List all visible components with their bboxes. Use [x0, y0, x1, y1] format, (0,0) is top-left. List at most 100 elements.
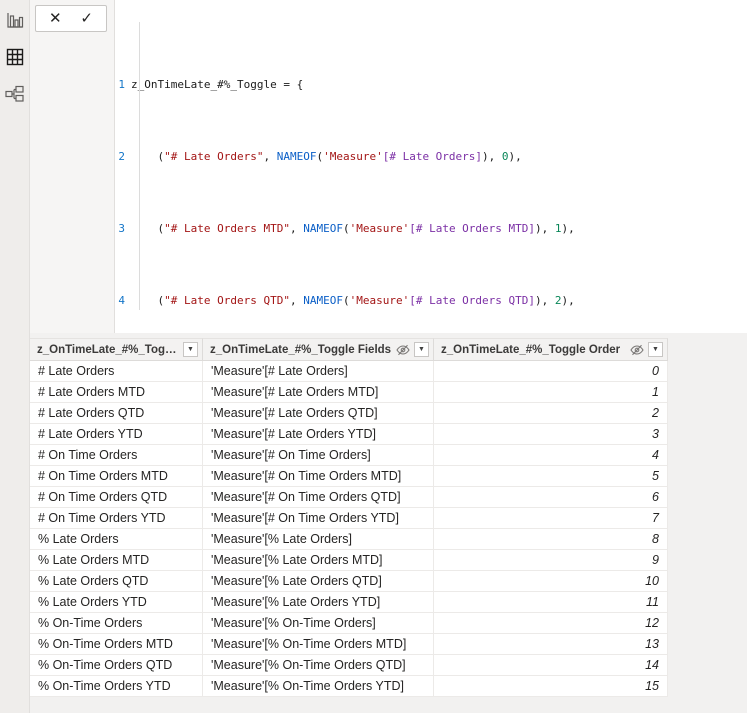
- cell-toggle-name[interactable]: % Late Orders MTD: [30, 550, 203, 570]
- grid-header-row: z_OnTimeLate_#%_Toggle ▼ z_OnTimeLate_#%…: [30, 338, 668, 361]
- cell-toggle-name[interactable]: % Late Orders: [30, 529, 203, 549]
- table-row[interactable]: % On-Time Orders 'Measure'[% On-Time Ord…: [30, 613, 668, 634]
- cell-toggle-order[interactable]: 9: [434, 550, 668, 570]
- cell-toggle-name[interactable]: % Late Orders YTD: [30, 592, 203, 612]
- cell-toggle-field[interactable]: 'Measure'[# On Time Orders QTD]: [203, 487, 434, 507]
- cell-toggle-field[interactable]: 'Measure'[# Late Orders QTD]: [203, 403, 434, 423]
- cell-toggle-name[interactable]: # Late Orders MTD: [30, 382, 203, 402]
- code-lines: 1 z_OnTimeLate_#%_Toggle = { 2 ("# Late …: [115, 40, 747, 333]
- cell-toggle-order[interactable]: 7: [434, 508, 668, 528]
- cell-toggle-order[interactable]: 8: [434, 529, 668, 549]
- grid-body: # Late Orders 'Measure'[# Late Orders] 0…: [30, 361, 668, 697]
- cell-toggle-field[interactable]: 'Measure'[# Late Orders MTD]: [203, 382, 434, 402]
- cell-toggle-field[interactable]: 'Measure'[% On-Time Orders]: [203, 613, 434, 633]
- table-row[interactable]: # On Time Orders 'Measure'[# On Time Ord…: [30, 445, 668, 466]
- cell-toggle-order[interactable]: 3: [434, 424, 668, 444]
- table-row[interactable]: # On Time Orders MTD 'Measure'[# On Time…: [30, 466, 668, 487]
- cell-toggle-order[interactable]: 14: [434, 655, 668, 675]
- column-filter-dropdown-button[interactable]: ▼: [183, 342, 198, 357]
- cell-toggle-order[interactable]: 2: [434, 403, 668, 423]
- column-header[interactable]: z_OnTimeLate_#%_Toggle Fields ▼: [203, 338, 434, 361]
- dax-formula-area: ✕ ✓ 1 z_OnTimeLate_#%_Toggle = { 2 ("# L…: [30, 0, 747, 333]
- report-view-button[interactable]: [4, 9, 26, 31]
- cell-toggle-order[interactable]: 5: [434, 466, 668, 486]
- cell-toggle-field[interactable]: 'Measure'[% On-Time Orders YTD]: [203, 676, 434, 696]
- model-view-button[interactable]: [4, 83, 26, 105]
- main-pane: ✕ ✓ 1 z_OnTimeLate_#%_Toggle = { 2 ("# L…: [30, 0, 747, 713]
- model-diagram-icon: [5, 85, 24, 103]
- table-row[interactable]: % Late Orders 'Measure'[% Late Orders] 8: [30, 529, 668, 550]
- cell-toggle-name[interactable]: # Late Orders: [30, 361, 203, 381]
- table-row[interactable]: % On-Time Orders MTD 'Measure'[% On-Time…: [30, 634, 668, 655]
- cell-toggle-order[interactable]: 13: [434, 634, 668, 654]
- line-number: 1: [118, 78, 125, 91]
- cell-toggle-order[interactable]: 0: [434, 361, 668, 381]
- bar-chart-icon: [6, 11, 24, 29]
- table-row[interactable]: # On Time Orders YTD 'Measure'[# On Time…: [30, 508, 668, 529]
- view-switcher-rail: [0, 0, 30, 713]
- cell-toggle-field[interactable]: 'Measure'[# Late Orders YTD]: [203, 424, 434, 444]
- cell-toggle-field[interactable]: 'Measure'[% On-Time Orders MTD]: [203, 634, 434, 654]
- table-row[interactable]: # Late Orders MTD 'Measure'[# Late Order…: [30, 382, 668, 403]
- cell-toggle-name[interactable]: % Late Orders QTD: [30, 571, 203, 591]
- formula-commit-box: ✕ ✓: [35, 5, 107, 32]
- column-header-label: z_OnTimeLate_#%_Toggle: [37, 343, 179, 356]
- column-header-label: z_OnTimeLate_#%_Toggle Order: [441, 343, 621, 356]
- cell-toggle-order[interactable]: 11: [434, 592, 668, 612]
- column-header-label: z_OnTimeLate_#%_Toggle Fields: [210, 343, 392, 356]
- cell-toggle-name[interactable]: # On Time Orders MTD: [30, 466, 203, 486]
- cell-toggle-field[interactable]: 'Measure'[# On Time Orders YTD]: [203, 508, 434, 528]
- cell-toggle-name[interactable]: % On-Time Orders QTD: [30, 655, 203, 675]
- line-number: 4: [118, 294, 125, 307]
- cell-toggle-field[interactable]: 'Measure'[# On Time Orders MTD]: [203, 466, 434, 486]
- code-line: 1 z_OnTimeLate_#%_Toggle = {: [115, 76, 747, 94]
- cell-toggle-name[interactable]: % On-Time Orders MTD: [30, 634, 203, 654]
- dax-code-editor[interactable]: 1 z_OnTimeLate_#%_Toggle = { 2 ("# Late …: [115, 0, 747, 333]
- code-line: 2 ("# Late Orders", NAMEOF('Measure'[# L…: [115, 148, 747, 166]
- cell-toggle-name[interactable]: % On-Time Orders YTD: [30, 676, 203, 696]
- cell-toggle-field[interactable]: 'Measure'[% Late Orders MTD]: [203, 550, 434, 570]
- table-row[interactable]: % Late Orders YTD 'Measure'[% Late Order…: [30, 592, 668, 613]
- hidden-column-eye-slash-icon: [630, 344, 644, 356]
- column-header[interactable]: z_OnTimeLate_#%_Toggle Order ▼: [434, 338, 668, 361]
- cell-toggle-field[interactable]: 'Measure'[% Late Orders]: [203, 529, 434, 549]
- cell-toggle-order[interactable]: 4: [434, 445, 668, 465]
- cell-toggle-name[interactable]: # Late Orders YTD: [30, 424, 203, 444]
- table-row[interactable]: # Late Orders 'Measure'[# Late Orders] 0: [30, 361, 668, 382]
- cell-toggle-field[interactable]: 'Measure'[% Late Orders QTD]: [203, 571, 434, 591]
- code-line: 3 ("# Late Orders MTD", NAMEOF('Measure'…: [115, 220, 747, 238]
- cell-toggle-name[interactable]: # On Time Orders QTD: [30, 487, 203, 507]
- table-row[interactable]: # Late Orders QTD 'Measure'[# Late Order…: [30, 403, 668, 424]
- cell-toggle-name[interactable]: # On Time Orders: [30, 445, 203, 465]
- code-text: z_OnTimeLate_#%_Toggle = {: [131, 78, 304, 91]
- indent-guide: [139, 22, 140, 310]
- table-row[interactable]: % On-Time Orders YTD 'Measure'[% On-Time…: [30, 676, 668, 697]
- formula-button-strip: ✕ ✓: [30, 0, 115, 333]
- table-row[interactable]: # Late Orders YTD 'Measure'[# Late Order…: [30, 424, 668, 445]
- cell-toggle-name[interactable]: % On-Time Orders: [30, 613, 203, 633]
- line-number: 2: [118, 150, 125, 163]
- cell-toggle-order[interactable]: 1: [434, 382, 668, 402]
- cell-toggle-name[interactable]: # On Time Orders YTD: [30, 508, 203, 528]
- cell-toggle-order[interactable]: 10: [434, 571, 668, 591]
- cell-toggle-field[interactable]: 'Measure'[% On-Time Orders QTD]: [203, 655, 434, 675]
- cancel-formula-button[interactable]: ✕: [43, 7, 67, 31]
- table-row[interactable]: % Late Orders MTD 'Measure'[% Late Order…: [30, 550, 668, 571]
- commit-formula-button[interactable]: ✓: [75, 7, 99, 31]
- code-line: 4 ("# Late Orders QTD", NAMEOF('Measure'…: [115, 292, 747, 310]
- column-header[interactable]: z_OnTimeLate_#%_Toggle ▼: [30, 338, 203, 361]
- cell-toggle-name[interactable]: # Late Orders QTD: [30, 403, 203, 423]
- table-row[interactable]: % On-Time Orders QTD 'Measure'[% On-Time…: [30, 655, 668, 676]
- cell-toggle-order[interactable]: 15: [434, 676, 668, 696]
- column-filter-dropdown-button[interactable]: ▼: [414, 342, 429, 357]
- cell-toggle-field[interactable]: 'Measure'[% Late Orders YTD]: [203, 592, 434, 612]
- line-number: 3: [118, 222, 125, 235]
- cell-toggle-order[interactable]: 12: [434, 613, 668, 633]
- table-row[interactable]: % Late Orders QTD 'Measure'[% Late Order…: [30, 571, 668, 592]
- column-filter-dropdown-button[interactable]: ▼: [648, 342, 663, 357]
- data-view-button[interactable]: [4, 46, 26, 68]
- cell-toggle-field[interactable]: 'Measure'[# On Time Orders]: [203, 445, 434, 465]
- table-row[interactable]: # On Time Orders QTD 'Measure'[# On Time…: [30, 487, 668, 508]
- cell-toggle-field[interactable]: 'Measure'[# Late Orders]: [203, 361, 434, 381]
- cell-toggle-order[interactable]: 6: [434, 487, 668, 507]
